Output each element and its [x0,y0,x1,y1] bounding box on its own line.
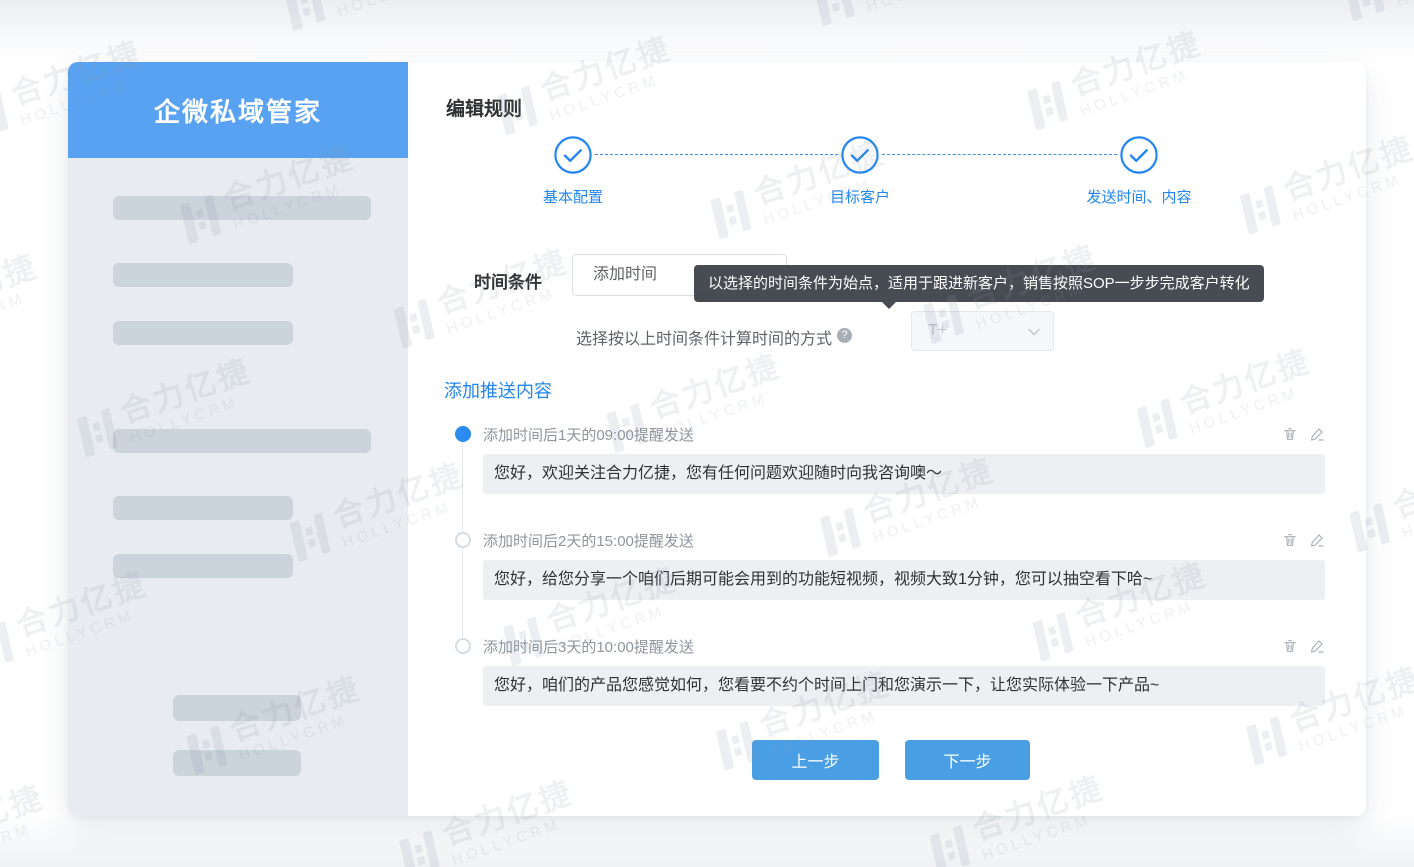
trash-icon[interactable] [1282,532,1298,548]
step-label-target-customers: 目标客户 [830,186,890,207]
push-item-header: 添加时间后1天的09:00提醒发送 [483,425,1325,443]
hollycrm-logo-icon [0,621,14,671]
skeleton-bar [173,750,301,776]
timeline-dot [455,426,471,442]
step-connector [595,154,838,155]
push-item-actions [1282,638,1325,654]
push-item-time-label: 添加时间后2天的15:00提醒发送 [483,530,1282,551]
calc-method-label: 选择按以上时间条件计算时间的方式 [576,331,832,348]
timeline-dot [455,638,471,654]
skeleton-bar [113,196,371,220]
push-item-actions [1282,426,1325,442]
trash-icon[interactable] [1282,426,1298,442]
page-bottom-gradient [0,815,1414,867]
push-item: 添加时间后1天的09:00提醒发送 您好，欢迎关注合力亿捷，您有任何问题欢迎随时… [455,425,1325,494]
add-push-content-link[interactable]: 添加推送内容 [444,377,552,403]
edit-icon[interactable] [1309,532,1325,548]
step-label-send-time-content: 发送时间、内容 [1086,186,1191,207]
page-top-gradient [0,0,1414,62]
sidebar-header: 企微私域管家 [68,62,408,158]
skeleton-bar [113,263,293,287]
check-icon [554,136,592,174]
step-connector [882,154,1117,155]
dialog-title: 编辑规则 [446,94,522,121]
chevron-down-icon [1027,325,1041,339]
push-item-content: 您好，给您分享一个咱们后期可能会用到的功能短视频，视频大致1分钟，您可以抽空看下… [483,560,1325,600]
step-2-target-customers[interactable] [841,136,879,174]
push-item: 添加时间后3天的10:00提醒发送 您好，咱们的产品您感觉如何，您看要不约个时间… [455,637,1325,706]
help-icon[interactable]: ? [837,328,852,343]
step-3-send-time-content[interactable] [1120,136,1158,174]
calc-method-select[interactable]: T+ [911,311,1054,351]
next-step-button[interactable]: 下一步 [905,740,1030,780]
skeleton-bar [113,321,293,345]
push-item-content: 您好，欢迎关注合力亿捷，您有任何问题欢迎随时向我咨询噢～ [483,454,1325,494]
push-item-time-label: 添加时间后3天的10:00提醒发送 [483,636,1282,657]
time-condition-label: 时间条件 [474,268,542,293]
timeline-dot [455,532,471,548]
sidebar-title: 企微私域管家 [154,92,322,129]
calc-method-row: 选择按以上时间条件计算时间的方式? [576,325,852,349]
skeleton-bar [113,496,293,520]
push-item-header: 添加时间后2天的15:00提醒发送 [483,531,1325,549]
trash-icon[interactable] [1282,638,1298,654]
tooltip-arrow [882,302,896,309]
calc-method-value: T+ [928,322,947,339]
tooltip-text: 以选择的时间条件为始点，适用于跟进新客户，销售按照SOP一步步完成客户转化 [708,275,1250,292]
check-icon [841,136,879,174]
push-item-header: 添加时间后3天的10:00提醒发送 [483,637,1325,655]
skeleton-bar [113,429,371,453]
skeleton-bar [173,695,301,721]
skeleton-bar [113,554,293,578]
edit-icon[interactable] [1309,638,1325,654]
step-1-basic-config[interactable] [554,136,592,174]
push-item-list: 添加时间后1天的09:00提醒发送 您好，欢迎关注合力亿捷，您有任何问题欢迎随时… [455,425,1325,706]
push-item-time-label: 添加时间后1天的09:00提醒发送 [483,424,1282,445]
step-label-basic-config: 基本配置 [543,186,603,207]
push-item-actions [1282,532,1325,548]
edit-rule-dialog: 企微私域管家 编辑规则 [68,62,1366,816]
edit-icon[interactable] [1309,426,1325,442]
push-item-content: 您好，咱们的产品您感觉如何，您看要不约个时间上门和您演示一下，让您实际体验一下产… [483,666,1325,706]
hollycrm-logo-icon [0,90,9,140]
tooltip: 以选择的时间条件为始点，适用于跟进新客户，销售按照SOP一步步完成客户转化 [694,265,1264,302]
push-item: 添加时间后2天的15:00提醒发送 您好，给您分享一个咱们后期可能会用到的功能短… [455,531,1325,600]
check-icon [1120,136,1158,174]
dialog-content: 编辑规则 基本配置 目标客户 发送时间、内容 时间条件 添加时间 [408,62,1366,816]
prev-step-button[interactable]: 上一步 [752,740,879,780]
sidebar: 企微私域管家 [68,62,408,816]
